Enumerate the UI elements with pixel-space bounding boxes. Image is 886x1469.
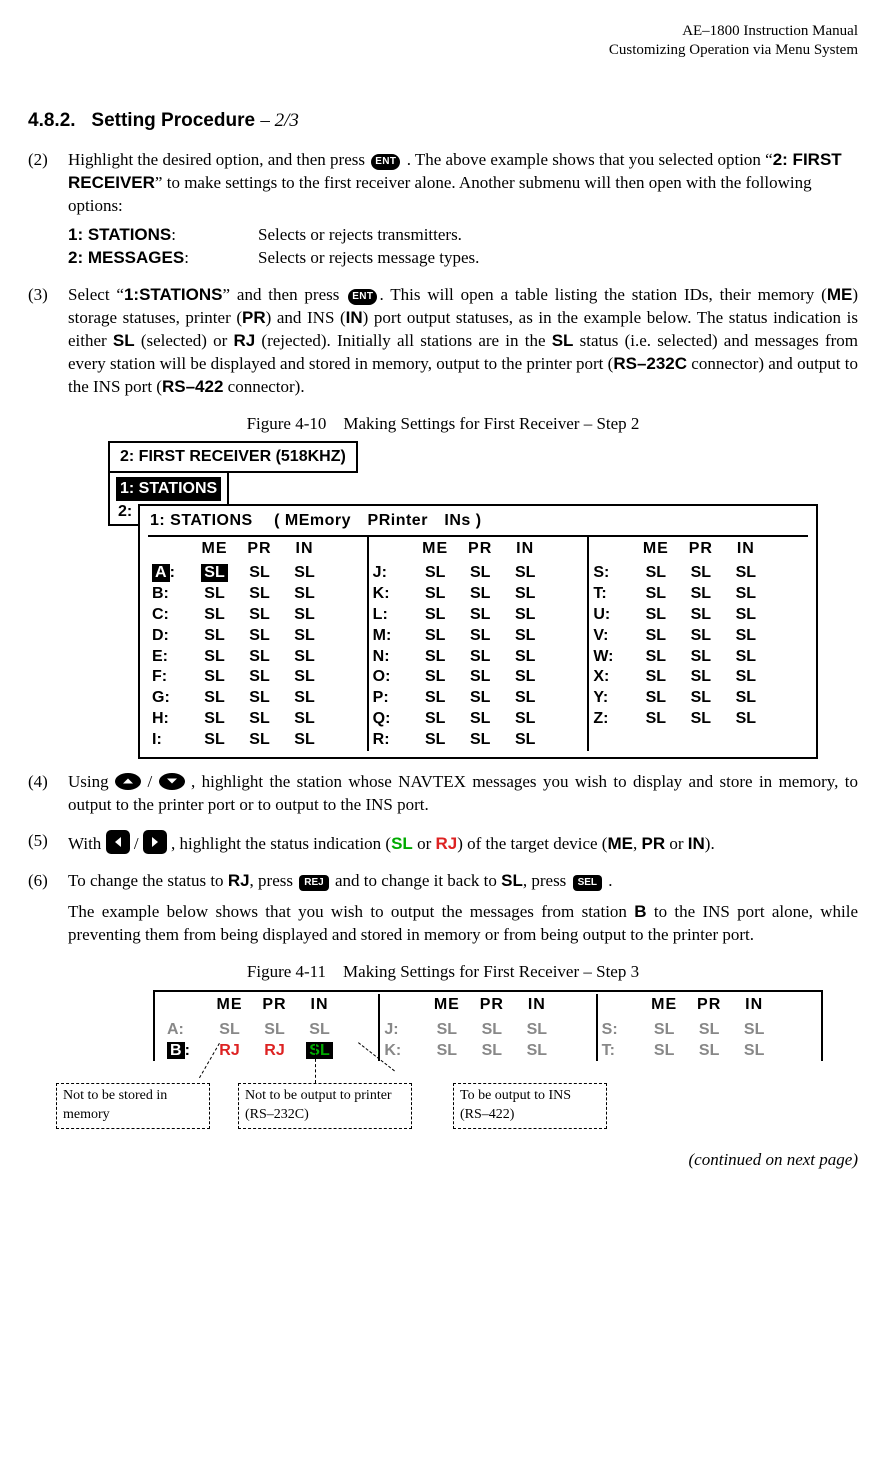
- rej-button-icon: REJ: [299, 875, 328, 891]
- t: .: [608, 871, 612, 890]
- t: ” and then press: [223, 285, 347, 304]
- sl-label: SL: [552, 331, 574, 350]
- step-5-num: (5): [28, 830, 68, 856]
- figure-4-11: MEPRINA:SLSLSLB:RJRJSL MEPRINJ:SLSLSLK:S…: [153, 990, 858, 1141]
- sl-label: SL: [113, 331, 135, 350]
- t: ) and INS (: [266, 308, 346, 327]
- t: Highlight the desired option, and then p…: [68, 150, 369, 169]
- t: (selected) or: [135, 331, 234, 350]
- in-label: IN: [346, 308, 363, 327]
- def-stations-t: 1: STATIONS: [68, 225, 171, 244]
- page-header: AE–1800 Instruction Manual Customizing O…: [28, 22, 858, 60]
- step-3-num: (3): [28, 284, 68, 399]
- t: :: [171, 225, 176, 244]
- me-label: ME: [607, 834, 633, 853]
- figure-4-10: 2: FIRST RECEIVER (518KHZ) 1: STATIONS 2…: [108, 441, 858, 758]
- callout-lead-2: [315, 1043, 316, 1083]
- figure411-col-3: MEPRINS:SLSLSLT:SLSLSL: [596, 994, 813, 1061]
- menu-level2-sel: 1: STATIONS: [116, 477, 221, 501]
- pr-label: PR: [641, 834, 665, 853]
- rj-red-label: RJ: [435, 834, 457, 853]
- t: and to change it back to: [335, 871, 501, 890]
- sel-button-icon: SEL: [573, 875, 602, 891]
- stations-col-1: MEPRINA:SLSLSLB:SLSLSLC:SLSLSLD:SLSLSLE:…: [148, 537, 367, 751]
- callout-not-stored: Not to be stored in memory: [56, 1083, 210, 1129]
- section-num: 4.8.2.: [28, 110, 76, 131]
- continued-note: (continued on next page): [28, 1149, 858, 1172]
- step-6-num: (6): [28, 870, 68, 947]
- t: ” to make settings to the first receiver…: [68, 173, 812, 215]
- arrow-down-icon: [159, 773, 185, 790]
- t: To change the status to: [68, 871, 228, 890]
- sl-green-label: SL: [391, 834, 413, 853]
- ent-button-icon: ENT: [348, 289, 377, 305]
- t: . The above example shows that you selec…: [407, 150, 773, 169]
- section-title: 4.8.2. Setting Procedure – 2/3: [28, 108, 858, 134]
- t: , highlight the status indication (: [171, 834, 391, 853]
- arrow-right-icon: [143, 830, 167, 854]
- me-label: ME: [827, 285, 853, 304]
- t: ).: [705, 834, 715, 853]
- in-label: IN: [688, 834, 705, 853]
- step-5: (5) With / , highlight the status indica…: [28, 830, 858, 856]
- t: (rejected). Initially all stations are i…: [255, 331, 551, 350]
- hdr-line2: Customizing Operation via Menu System: [28, 41, 858, 60]
- figure411-col-1: MEPRINA:SLSLSLB:RJRJSL: [163, 994, 378, 1061]
- def-messages-t: 2: MESSAGES: [68, 248, 184, 267]
- t: or: [413, 834, 436, 853]
- figure-4-11-caption: Figure 4-11 Making Settings for First Re…: [28, 961, 858, 984]
- section-name: Setting Procedure: [91, 110, 255, 131]
- t: , press: [250, 871, 298, 890]
- arrow-left-icon: [106, 830, 130, 854]
- step-4: (4) Using / , highlight the station whos…: [28, 771, 858, 817]
- t: With: [68, 834, 106, 853]
- t: /: [147, 772, 158, 791]
- def-messages-v: Selects or rejects message types.: [258, 247, 479, 270]
- ent-button-icon: ENT: [371, 154, 400, 170]
- callout-not-printer: Not to be output to printer (RS–232C): [238, 1083, 412, 1129]
- arrow-up-icon: [115, 773, 141, 790]
- rs232-label: RS–232C: [613, 354, 687, 373]
- menu-level1: 2: FIRST RECEIVER (518KHZ): [108, 441, 358, 473]
- t: connector).: [223, 377, 304, 396]
- step-4-num: (4): [28, 771, 68, 817]
- t: Using: [68, 772, 115, 791]
- step-2: (2) Highlight the desired option, and th…: [28, 149, 858, 270]
- opt-stations: 1:STATIONS: [124, 285, 223, 304]
- t: . This will open a table listing the sta…: [379, 285, 826, 304]
- stations-col-2: MEPRINJ:SLSLSLK:SLSLSLL:SLSLSLM:SLSLSLN:…: [367, 537, 588, 751]
- rj-label: RJ: [233, 331, 255, 350]
- t: ) of the target device (: [457, 834, 607, 853]
- t: :: [184, 248, 189, 267]
- t: , press: [523, 871, 571, 890]
- t: /: [134, 834, 143, 853]
- stations-table-title: 1: STATIONS ( MEmory PRinter INs ): [148, 508, 808, 537]
- figure411-col-2: MEPRINJ:SLSLSLK:SLSLSL: [378, 994, 595, 1061]
- def-stations-v: Selects or rejects transmitters.: [258, 224, 462, 247]
- t: , highlight the station whose NAVTEX mes…: [68, 772, 858, 814]
- hdr-line1: AE–1800 Instruction Manual: [28, 22, 858, 41]
- t: or: [665, 834, 688, 853]
- callout-to-ins: To be output to INS (RS–422): [453, 1083, 607, 1129]
- step-2-num: (2): [28, 149, 68, 270]
- sl-label: SL: [501, 871, 523, 890]
- step-6: (6) To change the status to RJ, press RE…: [28, 870, 858, 947]
- rj-label: RJ: [228, 871, 250, 890]
- step-3: (3) Select “1:STATIONS” and then press E…: [28, 284, 858, 399]
- section-part: – 2/3: [260, 110, 299, 131]
- stations-col-3: MEPRINS:SLSLSLT:SLSLSLU:SLSLSLV:SLSLSLW:…: [587, 537, 808, 751]
- figure411-callouts: Not to be stored in memory Not to be out…: [153, 1061, 858, 1141]
- t: Select “: [68, 285, 124, 304]
- t: The example below shows that you wish to…: [68, 902, 634, 921]
- station-b: B: [634, 902, 646, 921]
- rs422-label: RS–422: [162, 377, 223, 396]
- stations-table: 1: STATIONS ( MEmory PRinter INs ) MEPRI…: [138, 504, 818, 758]
- figure-4-10-caption: Figure 4-10 Making Settings for First Re…: [28, 413, 858, 436]
- pr-label: PR: [242, 308, 266, 327]
